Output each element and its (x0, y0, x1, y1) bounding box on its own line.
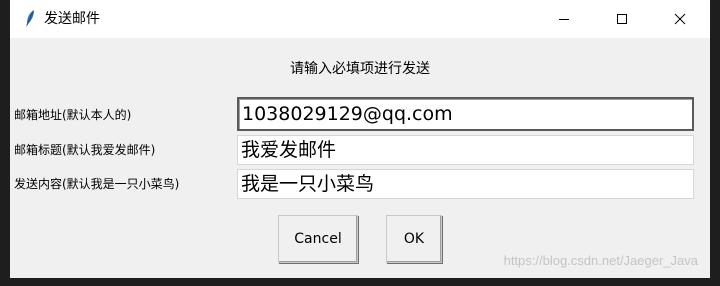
email-content-field[interactable]: 我是一只小菜鸟 (237, 169, 694, 199)
minimize-button[interactable] (535, 0, 593, 38)
feather-icon (24, 9, 36, 29)
title-bar[interactable]: 发送邮件 (10, 0, 710, 38)
close-icon (674, 13, 686, 25)
email-address-label: 邮箱地址(默认本人的) (14, 108, 132, 122)
maximize-button[interactable] (593, 0, 651, 38)
email-subject-field[interactable]: 我爱发邮件 (237, 135, 694, 165)
form-heading: 请输入必填项进行发送 (290, 61, 430, 77)
minimize-icon (558, 13, 570, 25)
window-title: 发送邮件 (44, 11, 100, 27)
cancel-button[interactable]: Cancel (278, 215, 358, 263)
ok-button[interactable]: OK (386, 215, 442, 263)
watermark-text: https://blog.csdn.net/Jaeger_Java (503, 253, 698, 268)
maximize-icon (616, 13, 628, 25)
send-mail-window: 发送邮件 请输入必填项进行发送 邮箱地址(默认本人的) 1038029129@q… (10, 0, 710, 278)
email-subject-label: 邮箱标题(默认我爱发邮件) (14, 143, 156, 157)
close-button[interactable] (651, 0, 709, 38)
email-content-label: 发送内容(默认我是一只小菜鸟) (14, 177, 180, 191)
email-address-field[interactable]: 1038029129@qq.com (237, 97, 694, 131)
